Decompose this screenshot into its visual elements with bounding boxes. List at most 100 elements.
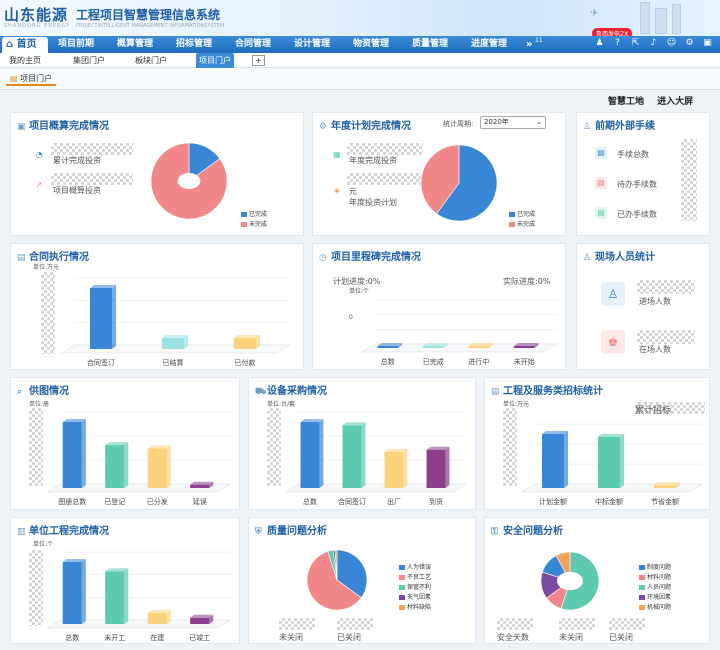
bar-top [90, 285, 116, 288]
category-label: 总数 [381, 357, 395, 366]
bar-合同签订[interactable] [90, 288, 112, 349]
bar-top [190, 614, 214, 618]
legend-label: 材料问题 [647, 574, 672, 581]
bar-进行中[interactable] [468, 346, 489, 348]
bar-在建[interactable] [147, 612, 167, 624]
bar-已完成[interactable] [423, 346, 444, 348]
missing-value-image [681, 139, 697, 221]
missing-value-image [637, 280, 695, 294]
bar-top [162, 335, 188, 339]
card-title: ⛨ 质量问题分析 [255, 522, 327, 537]
add-tab-icon[interactable]: + [252, 55, 265, 66]
tab-project-portal[interactable]: 项目门户 [196, 53, 234, 68]
tab-segment-portal[interactable]: 板块门户 [132, 53, 170, 68]
legend-item: 制度问题 [639, 562, 671, 571]
unit-label: 单位:万元 [503, 401, 530, 408]
card-title: ⚙ 年度计划完成情况 [319, 117, 411, 132]
legend-item: 保管不利 [399, 582, 431, 591]
unit-label: 元 [349, 187, 357, 196]
bar-top [514, 343, 539, 346]
bar-side [564, 431, 568, 488]
nav-item-contract[interactable]: 合同管理 [235, 36, 271, 53]
tab-my-home[interactable]: 我的主页 [6, 53, 44, 68]
chevron-down-icon: ⌄ [536, 118, 542, 126]
users-icon[interactable]: ♟ [594, 38, 605, 49]
category-label: 出厂 [387, 497, 401, 506]
bar-未开工[interactable] [105, 571, 125, 624]
bar-已付款[interactable] [234, 338, 256, 349]
nav-item-progress[interactable]: 进度管理 [471, 36, 507, 53]
missing-value-image [29, 550, 43, 626]
legend-item: 机械问题 [639, 602, 671, 611]
bell-icon[interactable]: ♪ [648, 38, 659, 49]
category-label: 已结算 [163, 358, 184, 367]
card-title-text: 项目里程碑完成情况 [331, 252, 421, 263]
tower-icon: ▥ [17, 527, 26, 537]
bar-side [403, 448, 408, 488]
missing-value-image [279, 618, 315, 630]
missing-value-image [41, 272, 55, 354]
equipment-bar-chart: 总数 合同签订 出厂 到货 [284, 411, 468, 506]
nav-item-material[interactable]: 物资管理 [353, 36, 389, 53]
bar-已结算[interactable] [162, 338, 184, 349]
settings-icon[interactable]: ⚙ [684, 38, 695, 49]
bar-top [654, 482, 680, 486]
user-icon[interactable]: ☺ [666, 38, 677, 49]
document-icon: ▤ [17, 253, 26, 263]
bar-总数[interactable] [377, 346, 398, 348]
nav-item-quality[interactable]: 质量管理 [412, 36, 448, 53]
card-safety: ⚿ 安全问题分析 制度问题 材料问题 人员问题 环境因素 机械问题 安全天数 未关… [484, 517, 710, 644]
big-screen-link[interactable]: 进入大屏 [657, 97, 693, 107]
nav-item-estimate[interactable]: 概算管理 [117, 36, 153, 53]
bar-已竣工[interactable] [190, 617, 210, 624]
bar-图册总数[interactable] [62, 422, 82, 488]
bar-节省金额[interactable] [654, 485, 676, 488]
category-label: 合同签订 [87, 358, 115, 367]
bar-已登记[interactable] [105, 445, 125, 488]
subtab-project-portal[interactable]: ▤ 项目门户 [6, 71, 57, 86]
bar-出厂[interactable] [384, 451, 404, 488]
system-title: 工程项目智慧管理信息系统 [76, 8, 221, 22]
missing-value-image [337, 618, 373, 630]
card-title-text: 安全问题分析 [503, 526, 563, 537]
smart-site-link[interactable]: 智慧工地 [608, 97, 644, 107]
stat-label: 已关闭 [337, 633, 361, 642]
document-icon: ▤ [595, 177, 607, 189]
category-label: 已付款 [235, 358, 256, 367]
bar-总数[interactable] [300, 422, 320, 488]
nav-more-button[interactable]: » [526, 36, 532, 53]
period-select[interactable]: 2020年 ⌄ [480, 116, 546, 129]
category-label: 总数 [303, 497, 317, 506]
fullscreen-icon[interactable]: ▣ [702, 38, 713, 49]
card-title: ▣ 项目概算完成情况 [17, 117, 109, 132]
export-icon[interactable]: ⇱ [630, 38, 641, 49]
bar-中标金额[interactable] [598, 436, 620, 488]
stat-label: 未关闭 [559, 633, 583, 642]
nav-item-project-early[interactable]: 项目前期 [58, 36, 94, 53]
bar-合同签订[interactable] [342, 425, 362, 488]
nav-item-design[interactable]: 设计管理 [294, 36, 330, 53]
legend-item: 环境因素 [639, 592, 671, 601]
category-label: 节省金额 [651, 497, 679, 506]
bar-已分发[interactable] [147, 448, 167, 488]
nav-item-bidding[interactable]: 招标管理 [176, 36, 212, 53]
help-icon[interactable]: ? [612, 38, 623, 49]
row-label: 进场人数 [639, 297, 671, 306]
card-estimate: ▣ 项目概算完成情况 ◔ 累计完成投资 ↗ 项目概算投资 已完成 未完成 [10, 112, 304, 236]
missing-value-image [347, 143, 423, 155]
bar-延误[interactable] [190, 484, 210, 488]
bar-到货[interactable] [426, 449, 446, 488]
nav-home[interactable]: ⌂ 首页 [2, 37, 48, 53]
card-title-text: 前期外部手续 [595, 121, 655, 132]
bar-计划金额[interactable] [542, 434, 564, 488]
tab-group-portal[interactable]: 集团门户 [70, 53, 108, 68]
cumulative-bidding-label: 累计招标 [635, 406, 672, 416]
bar-未开始[interactable] [514, 346, 535, 348]
shield-icon: ⛨ [255, 527, 262, 537]
row-label: 累计完成投资 [53, 156, 101, 165]
home-icon: ⌂ [6, 39, 14, 50]
unit-work-bar-chart: 总数 未开工 在建 已竣工 [46, 551, 232, 642]
bar-总数[interactable] [62, 562, 82, 624]
missing-value-image [637, 330, 695, 344]
card-equipment: ⛟设备采购情况 单位:台/套 总数 合同签订 出厂 到货 [248, 377, 476, 510]
